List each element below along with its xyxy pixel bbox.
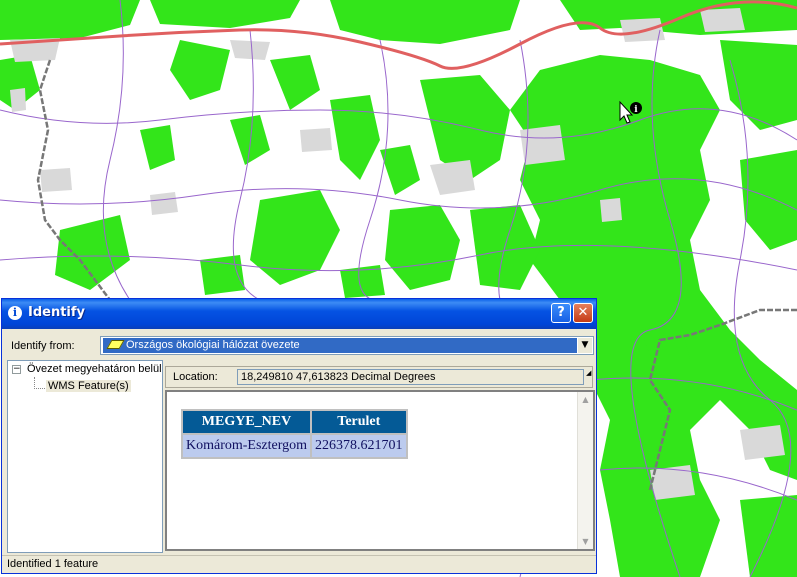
dialog-titlebar[interactable]: i Identify ? ✕	[2, 299, 596, 329]
attribute-panel: MEGYE_NEV Terulet Komárom-Esztergom 2263…	[165, 390, 595, 551]
location-value: 18,249810 47,613823 Decimal Degrees	[237, 369, 584, 385]
identify-from-select[interactable]: Országos ökológiai hálózat övezete ▼	[100, 336, 594, 355]
tree-item-feature[interactable]: WMS Feature(s)	[46, 380, 131, 392]
vertical-scrollbar[interactable]: ▲ ▼	[577, 392, 593, 549]
layer-icon	[106, 340, 125, 349]
identify-dialog: i Identify ? ✕ Identify from: Országos ö…	[1, 298, 597, 574]
scroll-up-icon[interactable]: ▲	[580, 394, 591, 405]
collapse-icon[interactable]: −	[12, 365, 21, 374]
identify-from-value: Országos ökológiai hálózat övezete	[126, 339, 300, 351]
status-text: Identified 1 feature	[7, 558, 99, 570]
column-header-megye-nev: MEGYE_NEV	[183, 411, 311, 433]
location-bar: Location: 18,249810 47,613823 Decimal De…	[165, 366, 593, 388]
help-button[interactable]: ?	[551, 303, 571, 323]
results-tree: − Övezet megyehatáron belül WMS Feature(…	[7, 360, 163, 553]
dialog-title: Identify	[28, 305, 86, 320]
location-label: Location:	[173, 371, 218, 383]
expand-icon[interactable]: ◢	[586, 369, 591, 377]
info-icon: i	[8, 306, 22, 320]
table-row: Komárom-Esztergom 226378.621701	[183, 435, 406, 457]
identify-from-selected[interactable]: Országos ökológiai hálózat övezete	[103, 338, 577, 353]
scroll-down-icon[interactable]: ▼	[580, 536, 591, 547]
cell-terulet: 226378.621701	[312, 435, 406, 457]
cell-megye-nev: Komárom-Esztergom	[183, 435, 311, 457]
status-bar: Identified 1 feature	[2, 555, 596, 574]
attribute-table: MEGYE_NEV Terulet Komárom-Esztergom 2263…	[181, 409, 408, 459]
identify-from-label: Identify from:	[11, 340, 75, 352]
svg-text:i: i	[634, 105, 638, 115]
close-button[interactable]: ✕	[573, 303, 593, 323]
tree-item-layer[interactable]: Övezet megyehatáron belül	[27, 363, 162, 375]
column-header-terulet: Terulet	[312, 411, 406, 433]
chevron-down-icon[interactable]: ▼	[578, 338, 592, 353]
